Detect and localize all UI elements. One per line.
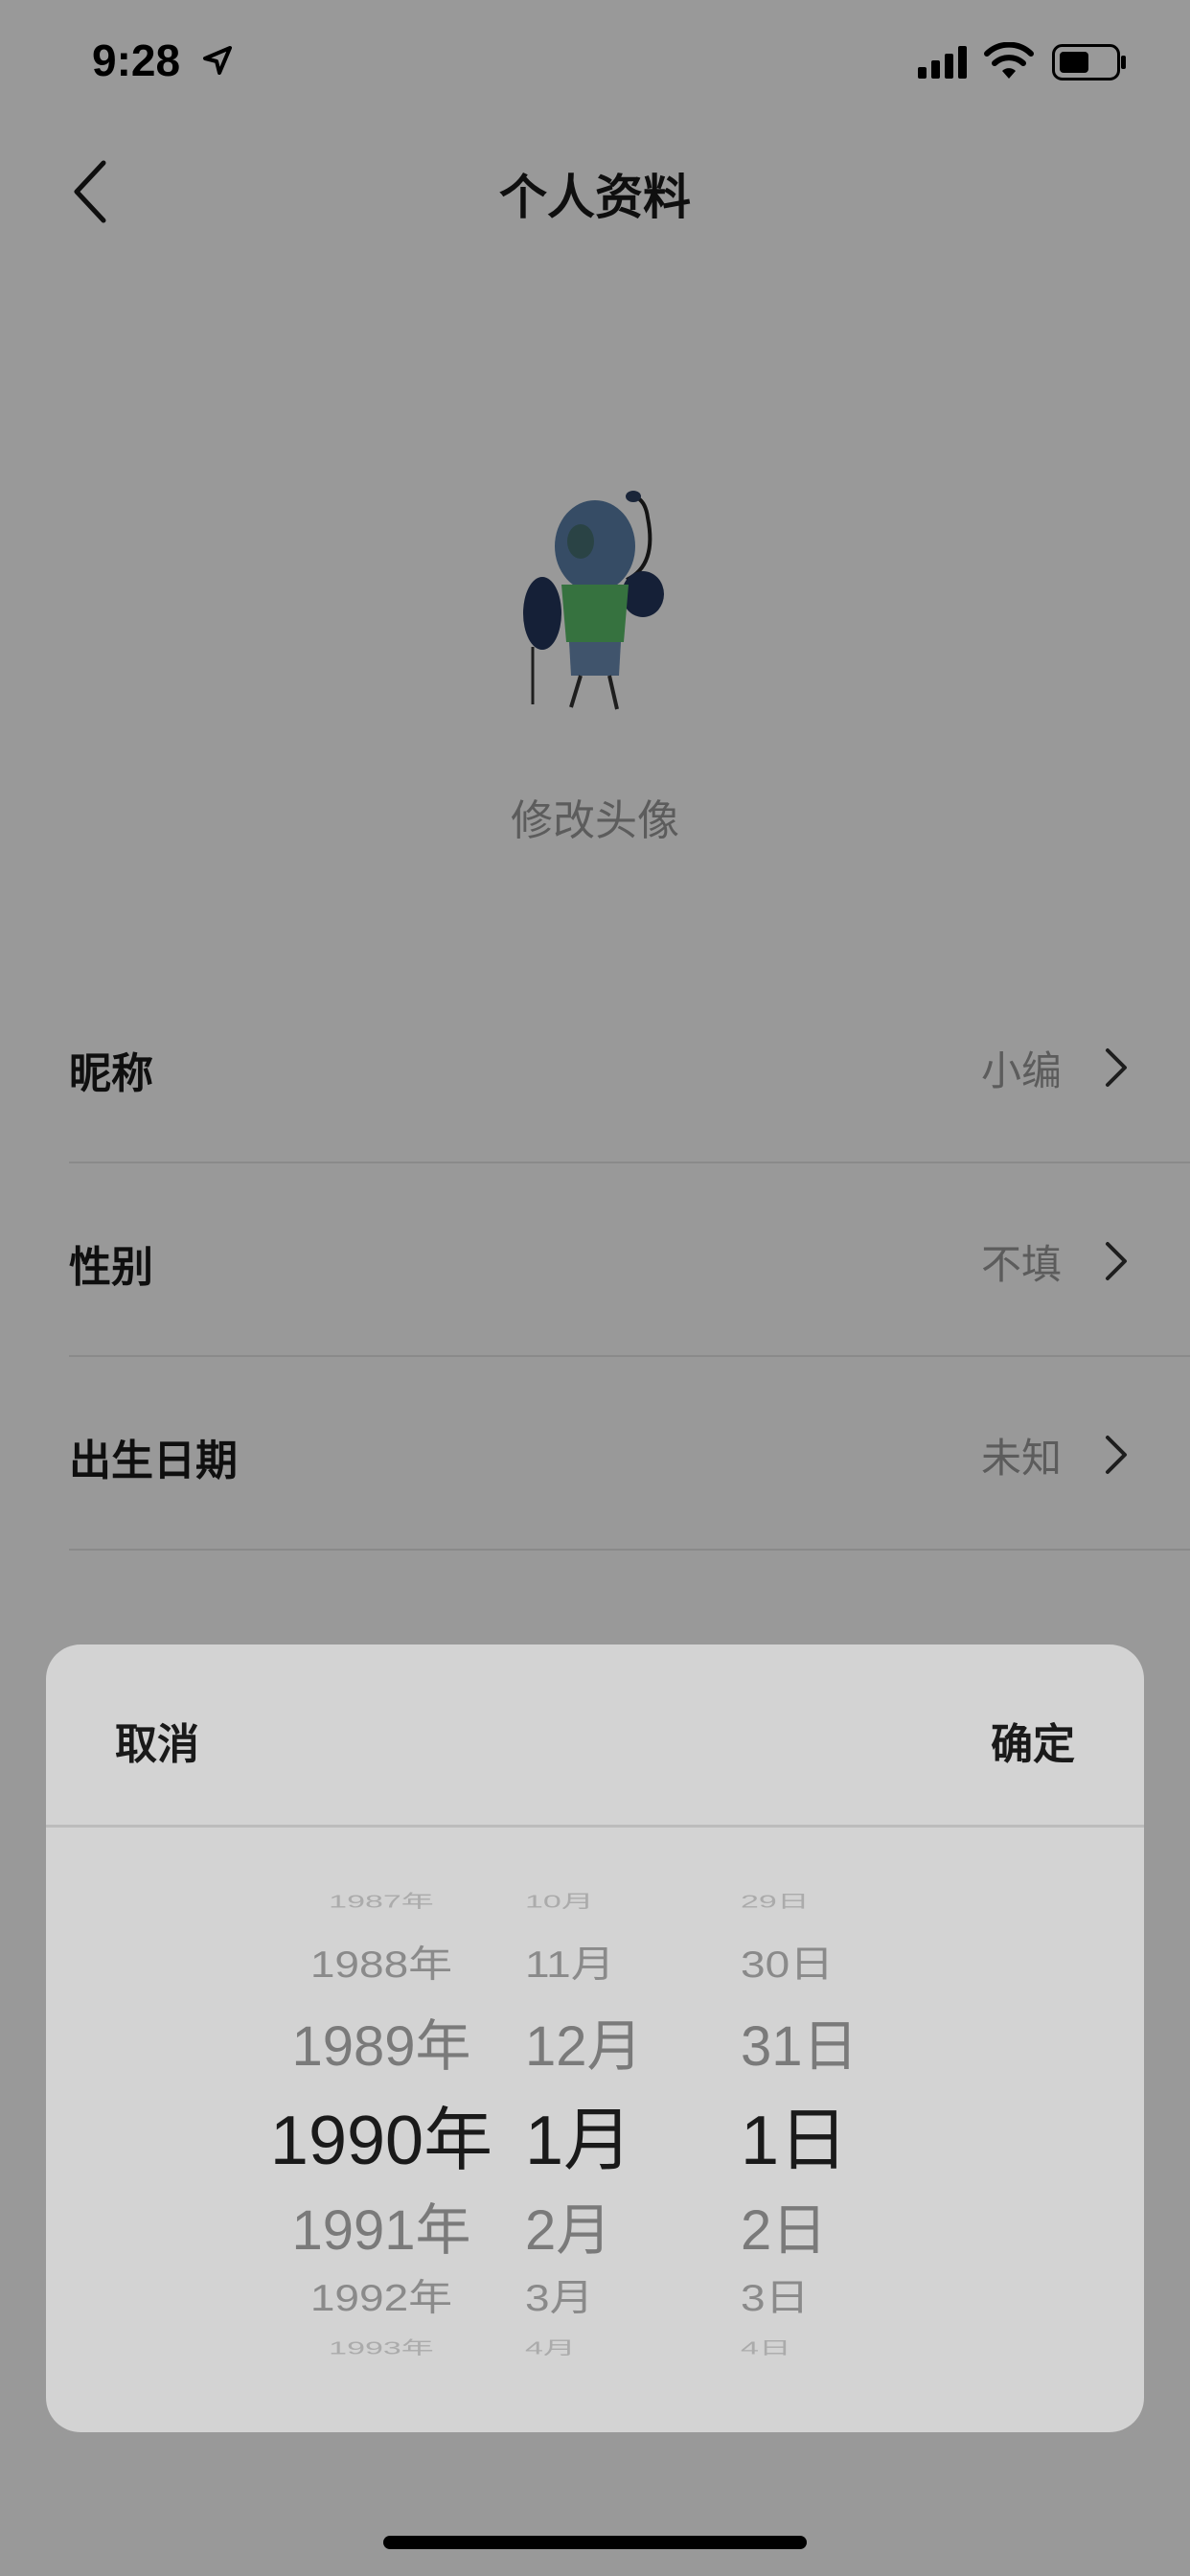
cancel-button[interactable]: 取消 <box>115 1710 199 1771</box>
wheel-item: 4月 <box>525 2337 576 2358</box>
wheel-item: 2日 <box>741 2199 828 2262</box>
wheel-item: 10月 <box>525 1891 594 1912</box>
month-wheel[interactable]: 10月 11月 12月 1月 2月 3月 4月 <box>525 1874 669 2382</box>
home-indicator <box>383 2536 807 2549</box>
wheel-item-selected: 1月 <box>525 2103 633 2179</box>
wheel-item-selected: 1日 <box>741 2103 849 2179</box>
picker-toolbar: 取消 确定 <box>46 1644 1144 1827</box>
wheel-item-selected: 1990年 <box>269 2103 493 2179</box>
wheel-item: 4日 <box>741 2337 791 2358</box>
profile-screen: 9:28 个人资料 修改头像 昵称 小编 性别 不填 出生日期 未知 取消 确定… <box>0 0 1190 2576</box>
date-picker-sheet: 取消 确定 1987年 1988年 1989年 1990年 1991年 1992… <box>46 1644 1144 2432</box>
wheel-item: 1992年 <box>309 2276 453 2319</box>
wheel-item: 12月 <box>525 2015 643 2078</box>
wheel-item: 1987年 <box>329 1891 434 1912</box>
wheel-item: 31日 <box>741 2015 858 2078</box>
wheel-item: 2月 <box>525 2199 612 2262</box>
wheel-item: 1991年 <box>291 2199 471 2262</box>
wheel-item: 3日 <box>741 2276 810 2319</box>
wheel-item: 1989年 <box>291 2015 471 2078</box>
wheel-item: 11月 <box>525 1943 615 1986</box>
wheel-item: 1988年 <box>309 1943 453 1986</box>
day-wheel[interactable]: 29日 30日 31日 1日 2日 3日 4日 <box>741 1874 904 2382</box>
wheel-item: 29日 <box>741 1891 810 1912</box>
wheel-item: 1993年 <box>329 2337 434 2358</box>
year-wheel[interactable]: 1987年 1988年 1989年 1990年 1991年 1992年 1993… <box>257 1874 506 2382</box>
confirm-button[interactable]: 确定 <box>991 1710 1075 1771</box>
picker-divider <box>46 1825 1144 1828</box>
wheel-item: 30日 <box>741 1943 835 1986</box>
wheel-item: 3月 <box>525 2276 594 2319</box>
